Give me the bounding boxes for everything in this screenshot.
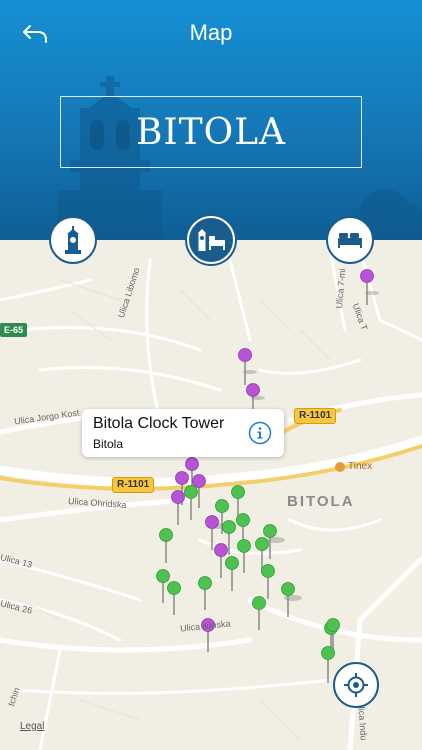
tinex-poi[interactable]: Tinex [335, 461, 372, 472]
clock-tower-icon [65, 226, 81, 254]
locate-crosshair-icon [344, 673, 368, 697]
callout-subtitle: Bitola [93, 437, 124, 451]
category-hotels-button[interactable] [326, 216, 374, 264]
category-all-button[interactable] [187, 216, 235, 264]
callout-title: Bitola Clock Tower [93, 415, 225, 432]
header: Map BITOLA [0, 0, 422, 240]
category-landmarks-button[interactable] [49, 216, 97, 264]
city-name: BITOLA [135, 111, 287, 153]
shop-icon [335, 461, 345, 472]
legal-link[interactable]: Legal [20, 721, 44, 732]
info-icon [248, 421, 272, 445]
city-banner: BITOLA [60, 96, 362, 168]
e65-road-badge: E-65 [0, 323, 28, 337]
poi-label: Tinex [348, 461, 373, 472]
locate-me-button[interactable] [333, 662, 379, 708]
bed-icon [338, 233, 362, 248]
page-title: Map [189, 20, 233, 45]
r1101-road-badge: R-1101 [112, 477, 155, 493]
r1101-road-badge: R-1101 [294, 408, 337, 424]
city-map-label: BITOLA [287, 493, 355, 510]
tower-and-bed-icon [198, 229, 225, 251]
info-button[interactable] [248, 421, 272, 445]
